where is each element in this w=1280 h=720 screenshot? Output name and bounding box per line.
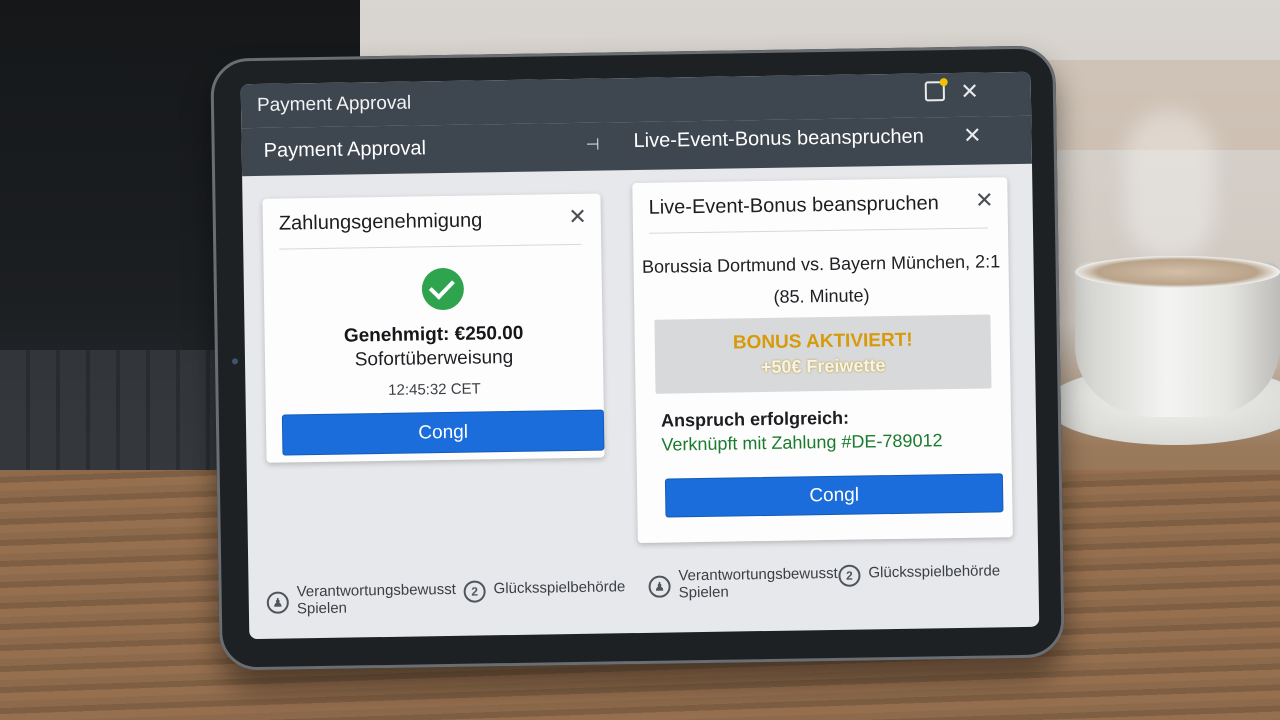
success-check-icon	[421, 267, 465, 311]
payment-method: Sofortüberweisung	[354, 346, 514, 371]
payment-approval-card: Zahlungsgenehmigung ✕ Genehmigt: €250.00…	[262, 193, 605, 463]
tablet-device: Payment Approval ✕ Payment Approval ⊣ Li…	[210, 45, 1065, 671]
app-title: Payment Approval	[256, 92, 412, 116]
bonus-amount: +50€ Freiwette	[760, 355, 886, 378]
responsible-gaming-icon: ♟	[648, 575, 671, 598]
bonus-card-title: Live-Event-Bonus beanspruchen	[648, 192, 939, 219]
bonus-card-header: Live-Event-Bonus beanspruchen ✕	[632, 177, 1008, 233]
responsible-line2-left: Spielen	[296, 599, 348, 618]
gambling-authority-text-left: Glücksspielbehörde	[493, 578, 626, 598]
live-bonus-card: Live-Event-Bonus beanspruchen ✕ Borussia…	[632, 177, 1013, 544]
payment-confirm-button[interactable]: Congl	[281, 409, 605, 456]
claim-success-label: Anspruch erfolgreich:	[660, 407, 850, 431]
gambling-authority-text-right: Glücksspielbehörde	[868, 562, 1001, 582]
bonus-banner: BONUS AKTIVIERT! +50€ Freiwette	[654, 314, 992, 394]
tablet-camera	[231, 358, 239, 365]
match-teams-score: Borussia Dortmund vs. Bayern München, 2:…	[641, 251, 1001, 277]
bonus-activated-label: BONUS AKTIVIERT!	[732, 329, 913, 354]
authority-badge-icon: 2	[463, 580, 486, 603]
notification-icon[interactable]	[924, 78, 948, 102]
tablet-screen: Payment Approval ✕ Payment Approval ⊣ Li…	[240, 71, 1040, 640]
bonus-card-close-icon[interactable]: ✕	[975, 187, 994, 213]
payment-card-header: Zahlungsgenehmigung ✕	[262, 194, 601, 249]
tab-payment-approval[interactable]: Payment Approval	[264, 137, 427, 163]
payment-time: 12:45:32 CET	[388, 380, 481, 399]
authority-badge-icon: 2	[838, 564, 861, 587]
responsible-line1-left: Verantwortungsbewusst	[296, 580, 457, 601]
background-coffee-rim	[1075, 256, 1280, 288]
payment-card-title: Zahlungsgenehmigung	[278, 209, 483, 235]
payment-card-close-icon[interactable]: ✕	[568, 204, 587, 230]
responsible-gaming-icon: ♟	[266, 591, 289, 614]
responsible-line2-right: Spielen	[678, 583, 729, 602]
pin-icon[interactable]: ⊣	[585, 135, 600, 155]
background-steam	[1125, 110, 1215, 260]
tab-live-event-bonus[interactable]: Live-Event-Bonus beanspruchen	[633, 125, 924, 153]
approved-amount: Genehmigt: €250.00	[343, 322, 524, 347]
bonus-confirm-button[interactable]: Congl	[664, 473, 1004, 518]
background-laptop-keyboard	[0, 350, 230, 490]
responsible-gaming-text-left: Verantwortungsbewusst Spielen	[296, 581, 456, 617]
notification-dot-icon	[939, 78, 948, 87]
window-close-icon[interactable]: ✕	[960, 79, 979, 105]
linked-payment-link[interactable]: Verknüpft mit Zahlung #DE-789012	[661, 430, 942, 455]
responsible-gaming-text-right: Verantwortungsbewusst Spielen	[678, 565, 838, 601]
match-minute: (85. Minute)	[773, 285, 870, 307]
match-info: Borussia Dortmund vs. Bayern München, 2:…	[633, 245, 1009, 315]
responsible-line1-right: Verantwortungsbewusst	[678, 564, 838, 585]
tab-close-icon[interactable]: ✕	[963, 123, 982, 149]
